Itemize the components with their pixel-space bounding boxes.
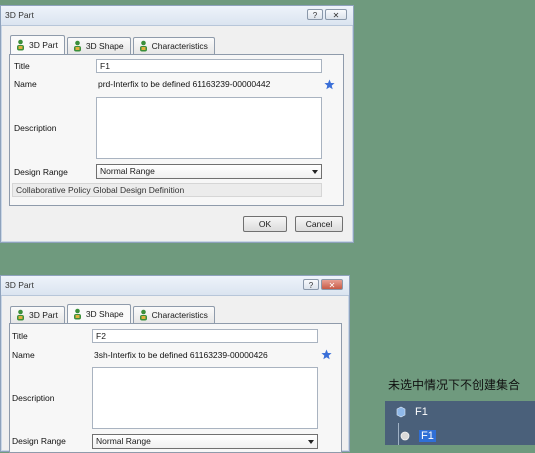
close-button[interactable]: ✕	[321, 279, 343, 290]
title-input[interactable]: F2	[92, 329, 318, 343]
person-icon	[73, 308, 81, 320]
ok-button[interactable]: OK	[243, 216, 287, 232]
star-icon[interactable]	[324, 79, 335, 90]
dialog-title: 3D Part	[5, 10, 34, 20]
person-icon	[139, 309, 147, 321]
dropdown-arrow-icon	[308, 440, 314, 444]
description-textarea[interactable]	[96, 97, 322, 159]
tab-characteristics[interactable]: Characteristics	[132, 37, 215, 54]
3d-part-dialog-bottom: 3D Part ? ✕ 3D Part 3D Shape Characteris…	[0, 275, 350, 453]
design-range-value: Normal Range	[100, 166, 155, 176]
tab-characteristics[interactable]: Characteristics	[132, 306, 215, 323]
design-range-select[interactable]: Normal Range	[92, 434, 318, 449]
title-input[interactable]: F1	[96, 59, 322, 73]
star-icon[interactable]	[321, 349, 332, 360]
tab-label: 3D Shape	[85, 309, 124, 319]
tab-3d-shape[interactable]: 3D Shape	[66, 37, 131, 54]
close-button[interactable]: ✕	[325, 9, 347, 20]
collaborative-policy-row: Collaborative Policy Global Design Defin…	[12, 183, 322, 197]
annotation-caption: 未选中情况下不创建集合	[388, 378, 521, 392]
collab-value: Global Design Definition	[93, 185, 185, 195]
cancel-button[interactable]: Cancel	[295, 216, 343, 232]
spec-tree: F1 F1	[385, 401, 535, 445]
tab-label: 3D Part	[29, 310, 58, 320]
tab-panel: Title F2 Name 3sh-Interfix to be defined…	[9, 323, 342, 453]
description-label: Description	[14, 123, 57, 133]
shape-icon	[400, 431, 410, 441]
title-label: Title	[12, 331, 28, 341]
tree-node-child[interactable]: F1	[399, 430, 436, 442]
title-label: Title	[14, 61, 30, 71]
tab-3d-shape[interactable]: 3D Shape	[66, 304, 131, 323]
tab-label: 3D Part	[29, 40, 58, 50]
person-icon	[17, 39, 24, 51]
tree-node-label: F1	[415, 406, 428, 418]
description-label: Description	[12, 393, 55, 403]
help-button[interactable]: ?	[307, 9, 323, 20]
person-icon	[17, 309, 24, 321]
dialog-titlebar[interactable]: 3D Part ? ✕	[1, 276, 349, 296]
dialog-titlebar[interactable]: 3D Part ? ✕	[1, 6, 353, 26]
dropdown-arrow-icon	[312, 170, 318, 174]
tab-label: 3D Shape	[85, 41, 124, 51]
tab-3d-part[interactable]: 3D Part	[10, 35, 65, 54]
design-range-select[interactable]: Normal Range	[96, 164, 322, 179]
name-value: 3sh-Interfix to be defined 61163239-0000…	[94, 350, 268, 360]
person-icon	[73, 40, 81, 52]
name-label: Name	[12, 350, 35, 360]
description-textarea[interactable]	[92, 367, 318, 429]
tab-panel: Title F1 Name prd-Interfix to be defined…	[9, 54, 344, 206]
tree-node-label: F1	[419, 430, 436, 442]
dialog-title: 3D Part	[5, 280, 34, 290]
tree-node-root[interactable]: F1	[395, 406, 428, 418]
tab-label: Characteristics	[151, 41, 208, 51]
3d-part-dialog-top: 3D Part ? ✕ 3D Part 3D Shape Characteris…	[0, 5, 354, 243]
name-value: prd-Interfix to be defined 61163239-0000…	[98, 79, 271, 89]
name-label: Name	[14, 79, 37, 89]
collab-label: Collaborative Policy	[16, 185, 91, 195]
tab-3d-part[interactable]: 3D Part	[10, 306, 65, 323]
tab-label: Characteristics	[151, 310, 208, 320]
person-icon	[139, 40, 147, 52]
help-button[interactable]: ?	[303, 279, 319, 290]
design-range-label: Design Range	[14, 167, 68, 177]
part-icon	[396, 406, 406, 418]
